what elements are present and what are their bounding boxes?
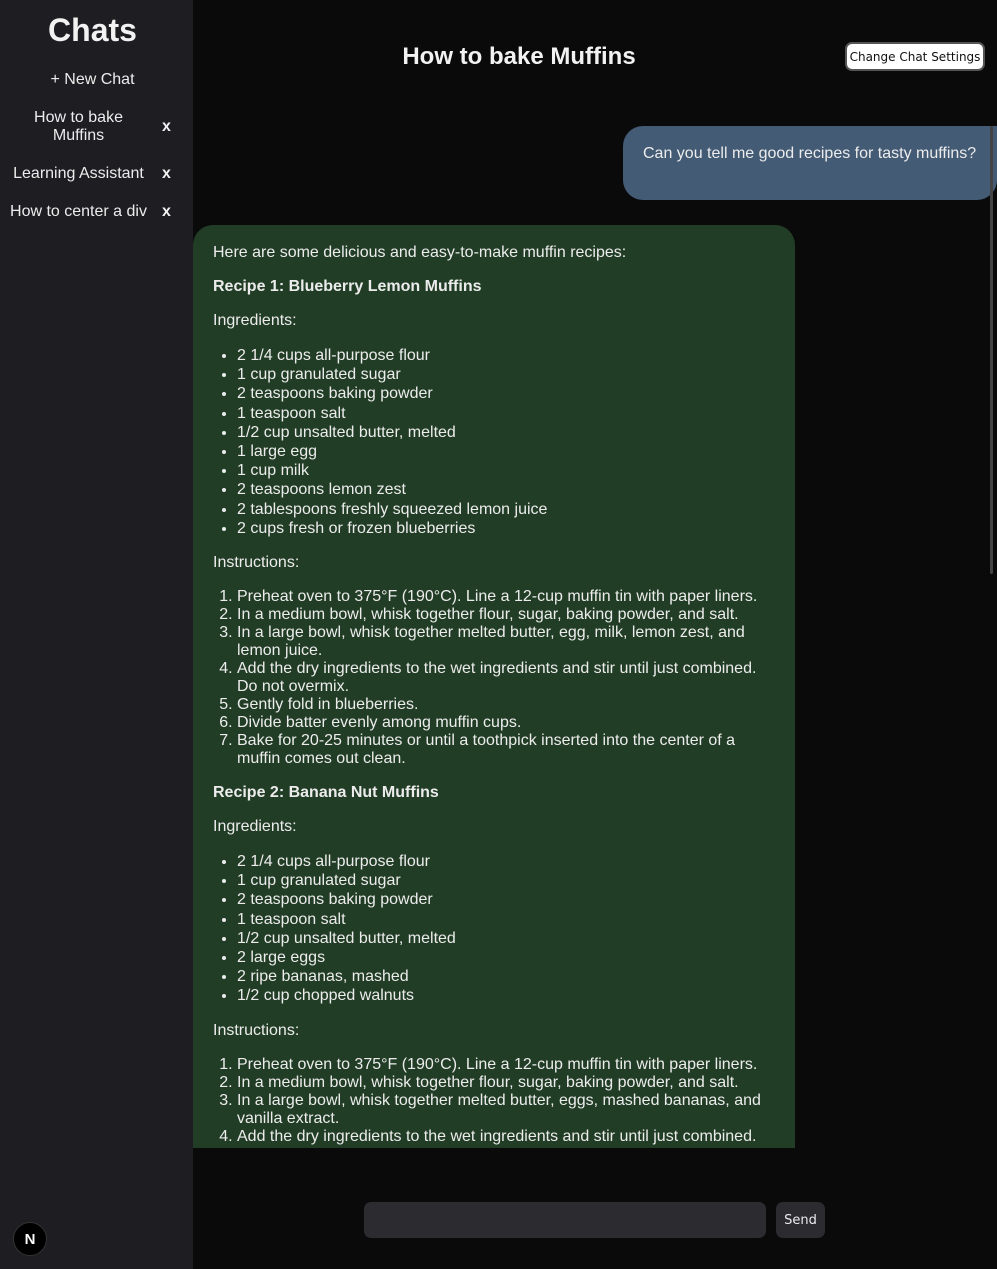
close-icon[interactable]: x xyxy=(157,165,185,183)
list-item: Add the dry ingredients to the wet ingre… xyxy=(237,660,775,696)
instructions-label: Instructions: xyxy=(213,554,300,572)
close-icon[interactable]: x xyxy=(157,203,185,221)
list-item: Bake for 20-25 minutes or until a toothp… xyxy=(237,732,775,768)
list-item: 2 ripe bananas, mashed xyxy=(237,967,775,986)
list-item: 1/2 cup unsalted butter, melted xyxy=(237,929,775,948)
recipe-title: Recipe 2: Banana Nut Muffins xyxy=(213,784,439,802)
list-item: In a medium bowl, whisk together flour, … xyxy=(237,606,775,624)
list-item: In a medium bowl, whisk together flour, … xyxy=(237,1074,775,1092)
ingredients-list: 2 1/4 cups all-purpose flour 1 cup granu… xyxy=(237,346,775,538)
list-item: 2 tablespoons freshly squeezed lemon jui… xyxy=(237,500,775,519)
scrollbar[interactable] xyxy=(990,126,993,574)
list-item: Preheat oven to 375°F (190°C). Line a 12… xyxy=(237,1056,775,1074)
ingredients-label: Ingredients: xyxy=(213,312,297,329)
list-item: 1 cup granulated sugar xyxy=(237,871,775,890)
page-title: How to bake Muffins xyxy=(402,43,636,70)
sidebar-item-how-to-center-a-div[interactable]: How to center a div x xyxy=(0,203,185,221)
list-item: 2 teaspoons baking powder xyxy=(237,384,775,403)
list-item: Add the dry ingredients to the wet ingre… xyxy=(237,1128,775,1146)
list-item: 1 cup granulated sugar xyxy=(237,365,775,384)
sidebar-item-label[interactable]: Learning Assistant xyxy=(0,165,157,183)
list-item: 1 teaspoon salt xyxy=(237,404,775,423)
sidebar-item-how-to-bake-muffins[interactable]: How to bake Muffins x xyxy=(0,109,185,145)
assistant-message: Here are some delicious and easy-to-make… xyxy=(193,225,795,1148)
close-icon[interactable]: x xyxy=(157,118,185,136)
list-item: 1/2 cup chopped walnuts xyxy=(237,986,775,1005)
sidebar-item-learning-assistant[interactable]: Learning Assistant x xyxy=(0,165,185,183)
list-item: Divide batter evenly among muffin cups. xyxy=(237,714,775,732)
chat-main: How to bake Muffins Change Chat Settings… xyxy=(193,0,997,1269)
instructions-label: Instructions: xyxy=(213,1021,300,1039)
list-item: 1 teaspoon salt xyxy=(237,910,775,929)
list-item: 2 large eggs xyxy=(237,948,775,967)
list-item: 1 large egg xyxy=(237,442,775,461)
list-item: 2 1/4 cups all-purpose flour xyxy=(237,852,775,871)
list-item: 2 cups fresh or frozen blueberries xyxy=(237,519,775,538)
list-item: 1 cup milk xyxy=(237,461,775,480)
instructions-list: Preheat oven to 375°F (190°C). Line a 12… xyxy=(237,588,775,768)
list-item: In a large bowl, whisk together melted b… xyxy=(237,1092,775,1128)
assistant-intro: Here are some delicious and easy-to-make… xyxy=(213,244,627,261)
instructions-list: Preheat oven to 375°F (190°C). Line a 12… xyxy=(237,1056,775,1146)
send-button[interactable]: Send xyxy=(776,1202,825,1238)
ingredients-label: Ingredients: xyxy=(213,818,297,836)
new-chat-button[interactable]: + New Chat xyxy=(0,71,185,89)
recipe-title: Recipe 1: Blueberry Lemon Muffins xyxy=(213,278,482,295)
sidebar-item-label[interactable]: How to bake Muffins xyxy=(0,109,157,145)
sidebar-title: Chats xyxy=(48,12,137,48)
list-item: 2 teaspoons lemon zest xyxy=(237,480,775,499)
list-item: 2 teaspoons baking powder xyxy=(237,890,775,909)
ingredients-list: 2 1/4 cups all-purpose flour 1 cup granu… xyxy=(237,852,775,1006)
nextjs-logo-icon[interactable]: N xyxy=(13,1222,47,1256)
list-item: 1/2 cup unsalted butter, melted xyxy=(237,423,775,442)
sidebar-item-label[interactable]: How to center a div xyxy=(0,203,157,221)
sidebar: Chats + New Chat How to bake Muffins x L… xyxy=(0,0,193,1269)
message-input[interactable] xyxy=(364,1202,766,1238)
list-item: In a large bowl, whisk together melted b… xyxy=(237,624,775,660)
user-message: Can you tell me good recipes for tasty m… xyxy=(623,126,997,200)
change-chat-settings-button[interactable]: Change Chat Settings xyxy=(845,42,985,71)
list-item: Gently fold in blueberries. xyxy=(237,696,775,714)
list-item: 2 1/4 cups all-purpose flour xyxy=(237,346,775,365)
list-item: Preheat oven to 375°F (190°C). Line a 12… xyxy=(237,588,775,606)
